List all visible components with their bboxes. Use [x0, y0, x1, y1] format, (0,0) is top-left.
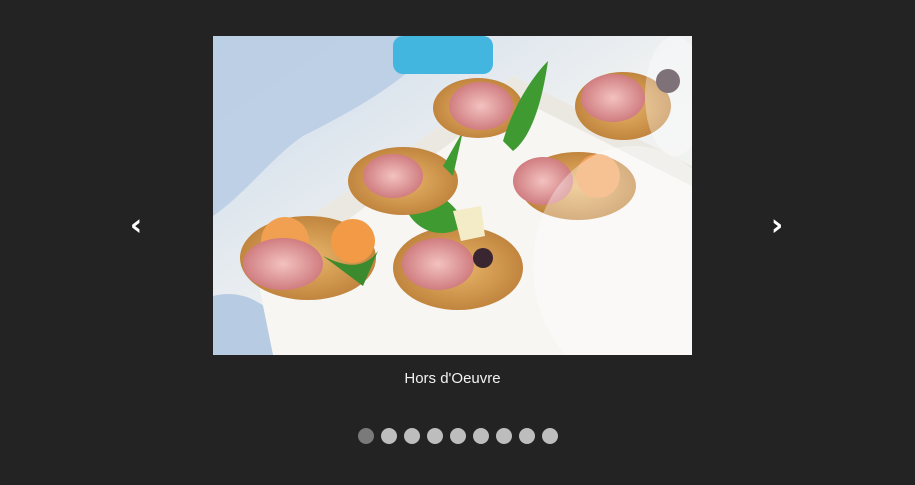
- pagination-dot-7[interactable]: [495, 428, 512, 444]
- slideshow: ‹ › Hors d'Oeuvre: [0, 0, 915, 485]
- next-slide-button[interactable]: ›: [762, 208, 792, 244]
- pagination-dot-6[interactable]: [472, 428, 489, 444]
- pagination-dots: [0, 428, 915, 444]
- slide-caption: Hors d'Oeuvre: [404, 370, 501, 387]
- pagination-dot-1[interactable]: [357, 428, 374, 444]
- pagination-dot-8[interactable]: [518, 428, 535, 444]
- pagination-dot-2[interactable]: [380, 428, 397, 444]
- pagination-dot-4[interactable]: [426, 428, 443, 444]
- previous-slide-button[interactable]: ‹: [121, 208, 151, 244]
- pagination-dot-3[interactable]: [403, 428, 420, 444]
- hors-doeuvre-photo: [213, 36, 692, 355]
- pagination-dot-9[interactable]: [541, 428, 558, 444]
- pagination-dot-5[interactable]: [449, 428, 466, 444]
- slide-image: [213, 36, 692, 355]
